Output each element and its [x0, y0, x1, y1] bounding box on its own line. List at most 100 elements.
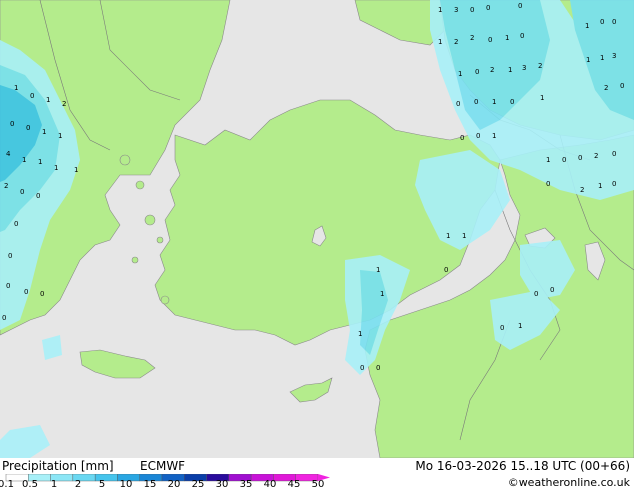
legend-tick-label: 45	[287, 479, 301, 490]
station-value: 0	[20, 188, 24, 196]
aegean-island	[131, 256, 139, 264]
station-value: 2	[470, 34, 474, 42]
station-value: 0	[612, 180, 616, 188]
station-value: 0	[550, 286, 554, 294]
legend-tick-label: 50	[311, 479, 325, 490]
station-value: 0	[488, 36, 492, 44]
station-value: 2	[604, 84, 608, 92]
station-value: 0	[578, 154, 582, 162]
station-value: 0	[612, 150, 616, 158]
station-value: 1	[74, 166, 78, 174]
station-value: 0	[26, 124, 30, 132]
station-value: 0	[500, 324, 504, 332]
station-value: 3	[522, 64, 526, 72]
station-value: 1	[492, 98, 496, 106]
station-value: 4	[6, 150, 11, 158]
legend-tick-label: 10	[119, 479, 133, 490]
station-value: 0	[612, 18, 616, 26]
aegean-island	[144, 214, 156, 226]
legend-tick-label: 25	[191, 479, 205, 490]
station-value: 2	[580, 186, 584, 194]
station-value: 1	[380, 290, 384, 298]
legend-tick-label: 2	[74, 479, 82, 490]
station-value: 0	[518, 2, 522, 10]
legend-tick-label: 1	[50, 479, 58, 490]
legend-tick-label: 0.5	[22, 479, 38, 490]
station-value: 0	[534, 290, 538, 298]
station-value: 3	[612, 52, 616, 60]
station-value: 0	[520, 32, 524, 40]
station-value: 1	[585, 22, 589, 30]
station-value: 2	[62, 100, 66, 108]
station-value: 0	[376, 364, 380, 372]
station-value: 0	[8, 252, 12, 260]
aegean-island	[160, 295, 170, 305]
legend-tick-label: 15	[143, 479, 157, 490]
legend-tick-label: 5	[98, 479, 106, 490]
legend-tick-label: 20	[167, 479, 181, 490]
station-value: 1	[540, 94, 544, 102]
station-value: 2	[538, 62, 542, 70]
legend-tick-label: 35	[239, 479, 253, 490]
station-value: 1	[546, 156, 550, 164]
station-value: 1	[438, 6, 442, 14]
station-value: 0	[6, 282, 10, 290]
station-value: 0	[40, 290, 44, 298]
station-value: 0	[360, 364, 364, 372]
station-value: 0	[476, 132, 480, 140]
station-value: 0	[474, 98, 478, 106]
station-value: 1	[600, 54, 604, 62]
station-value: 0	[456, 100, 460, 108]
station-value: 0	[510, 98, 514, 106]
model-name: ECMWF	[140, 459, 186, 473]
legend-tick-label: 40	[263, 479, 277, 490]
station-value: 3	[454, 6, 458, 14]
station-value: 0	[36, 192, 40, 200]
station-value: 1	[492, 132, 496, 140]
station-value: 1	[586, 56, 590, 64]
station-value: 0	[600, 18, 604, 26]
station-value: 1	[518, 322, 522, 330]
station-value: 1	[505, 34, 509, 42]
station-value: 1	[438, 38, 442, 46]
station-value: 1	[42, 128, 46, 136]
station-value: 0	[444, 266, 448, 274]
aegean-island	[119, 154, 131, 166]
precipitation-map: 1 3 0 0 01 0 01 2 2 0 1 01 0 2 1 3 21 1 32 00 0 1 0 10 0 11 0 0 2 02 1…	[0, 0, 634, 458]
legend-tick-label: 0.1	[0, 479, 14, 490]
station-value: 1	[46, 96, 50, 104]
station-value: 2	[454, 38, 458, 46]
station-value: 1	[22, 156, 26, 164]
legend-ticks: 0.1 0.5 1 2 5 10 15 20 25 30 35 40 45 50	[0, 480, 634, 490]
station-value: 0	[562, 156, 566, 164]
station-value: 2	[4, 182, 8, 190]
station-value: 0	[620, 82, 624, 90]
station-value: 0	[30, 92, 34, 100]
aegean-island	[156, 236, 164, 244]
station-value: 1	[458, 70, 462, 78]
station-value: 1	[508, 66, 512, 74]
legend-tick-label: 30	[215, 479, 229, 490]
chart-title: Precipitation [mm]	[2, 459, 114, 473]
station-value: 1	[376, 266, 380, 274]
station-value: 0	[475, 68, 479, 76]
station-value: 1	[598, 182, 602, 190]
station-value: 0	[486, 4, 490, 12]
station-value: 0	[460, 134, 464, 142]
station-value: 1	[38, 158, 42, 166]
station-value: 0	[14, 220, 18, 228]
station-value: 1	[462, 232, 466, 240]
station-value: 0	[470, 6, 474, 14]
station-value: 2	[490, 66, 494, 74]
station-value: 0	[546, 180, 550, 188]
station-value: 2	[594, 152, 598, 160]
station-value: 0	[24, 288, 28, 296]
station-value: 1	[358, 330, 362, 338]
aegean-island	[135, 180, 145, 190]
station-value: 0	[10, 120, 14, 128]
station-value: 1	[14, 84, 18, 92]
forecast-datetime: Mo 16-03-2026 15..18 UTC (00+66)	[415, 459, 630, 473]
station-value: 1	[58, 132, 62, 140]
station-value: 0	[2, 314, 6, 322]
station-value: 1	[54, 164, 58, 172]
